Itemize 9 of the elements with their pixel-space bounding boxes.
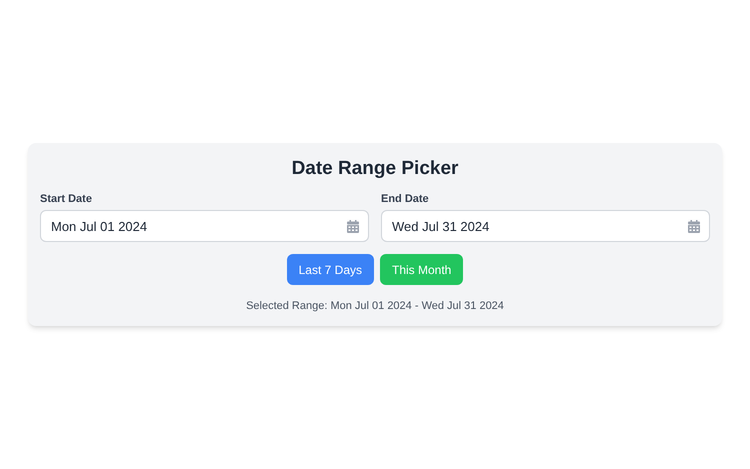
selected-range-text: Selected Range: Mon Jul 01 2024 - Wed Jul 31 2024 (245, 299, 505, 314)
preset-button[interactable]: Last 7 Days (286, 254, 374, 285)
field-label: End Date (381, 192, 430, 207)
date-field[interactable]: Mon Jul 01 2024 (40, 210, 369, 242)
calendar-icon (347, 220, 359, 233)
date-field[interactable]: Wed Jul 31 2024 (381, 210, 710, 242)
card-title: Date Range Picker (290, 157, 460, 181)
calendar-icon (688, 220, 700, 233)
field-label: Start Date (40, 192, 93, 207)
